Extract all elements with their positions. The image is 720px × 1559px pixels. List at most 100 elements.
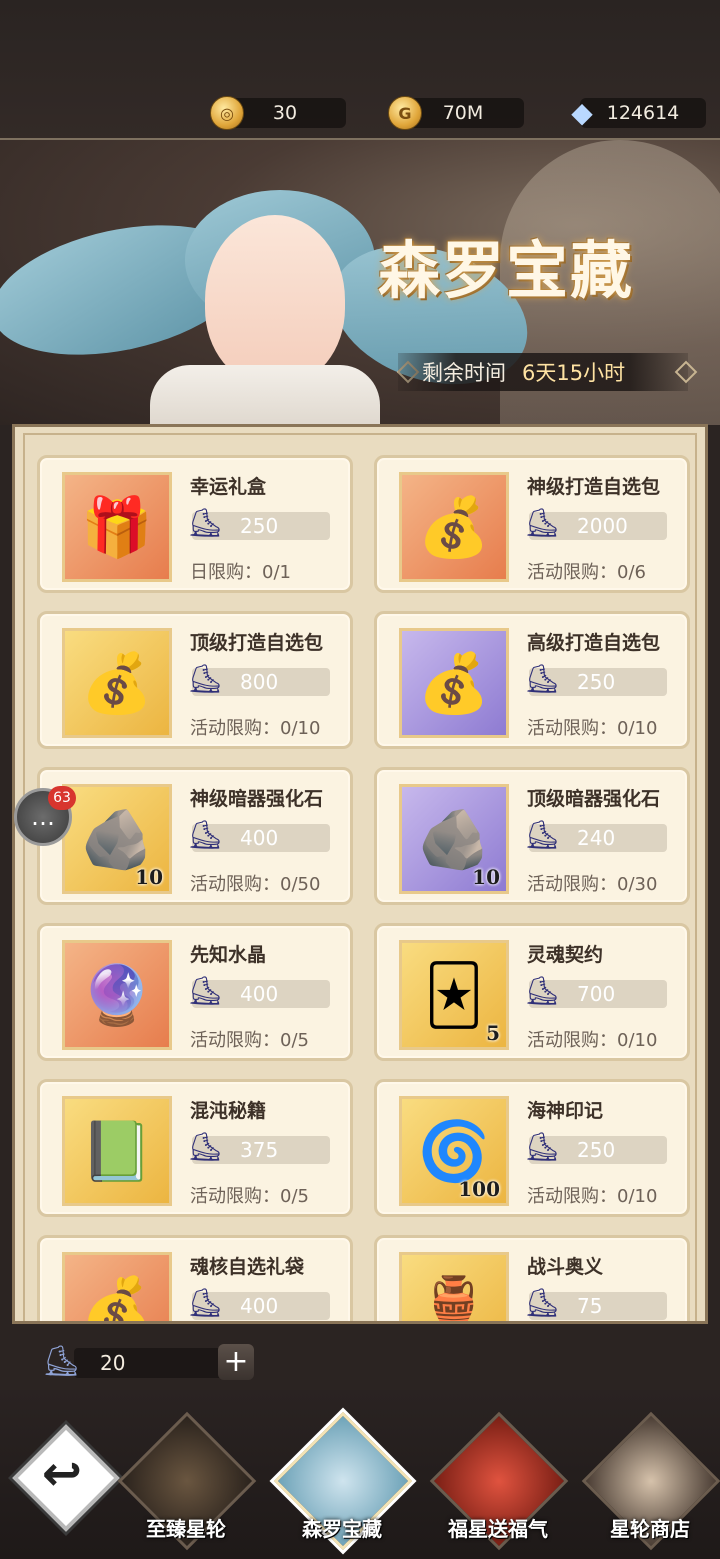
back-button[interactable]: ↩ <box>12 1424 120 1532</box>
item-price-value: 400 <box>240 826 279 850</box>
item-price-value: 375 <box>240 1138 279 1162</box>
shoe-currency-icon: ⛸ <box>524 974 560 1007</box>
item-purchase-limit: 日限购：0/1 <box>190 562 291 583</box>
shoe-currency-icon: ⛸ <box>187 974 223 1007</box>
shoe-currency-icon: ⛸ <box>187 662 223 695</box>
item-purchase-limit: 活动限购：0/10 <box>190 718 321 739</box>
item-price: ⛸ 250 <box>524 1130 667 1164</box>
item-art-icon: 📗 <box>80 1117 154 1185</box>
item-price-value: 75 <box>577 1294 603 1318</box>
item-price-value: 400 <box>240 1294 279 1318</box>
add-ticket-button[interactable]: + <box>218 1344 254 1380</box>
item-name: 高级打造自选包 <box>527 632 661 654</box>
item-price-value: 240 <box>577 826 616 850</box>
shop-panel[interactable]: 🎁 幸运礼盒 ⛸ 250 日限购：0/1 💰 神级打造自选包 ⛸ 2000 活动限购：0/6 💰 顶级… <box>12 424 708 1324</box>
item-quantity: 10 <box>135 865 163 889</box>
shop-item-card[interactable]: 🃏 5 灵魂契约 ⛸ 700 活动限购：0/10 <box>374 923 690 1061</box>
event-banner: 森罗宝藏 剩余时间 6天15小时 <box>0 140 720 425</box>
currency-diamond[interactable]: ◆ 124614 <box>571 96 706 129</box>
item-name: 海神印记 <box>527 1100 604 1122</box>
currency-diamond-value: 124614 <box>606 102 680 124</box>
item-thumbnail: 📗 <box>62 1096 172 1206</box>
item-price: ⛸ 75 <box>524 1286 667 1320</box>
item-quantity: 100 <box>458 1177 500 1201</box>
item-purchase-limit: 活动限购：0/5 <box>190 1186 309 1207</box>
currency-token[interactable]: ◎ 30 <box>210 96 346 130</box>
shop-item-card[interactable]: 🌀 100 海神印记 ⛸ 250 活动限购：0/10 <box>374 1079 690 1217</box>
tab-senluo-baozang[interactable]: 森罗宝藏 <box>272 1411 413 1551</box>
shop-item-card[interactable]: 💰 神级打造自选包 ⛸ 2000 活动限购：0/6 <box>374 455 690 593</box>
item-price-value: 250 <box>577 670 616 694</box>
item-price: ⛸ 2000 <box>524 506 667 540</box>
character-portrait <box>205 215 345 385</box>
item-thumbnail: 💰 <box>399 628 509 738</box>
shoe-currency-icon: ⛸ <box>524 506 560 539</box>
item-price: ⛸ 400 <box>187 1286 330 1320</box>
bottom-nav: ↩ 至臻星轮 森罗宝藏 福星送福气 星轮商店 <box>0 1390 720 1559</box>
back-arrow-icon: ↩ <box>41 1446 83 1502</box>
item-purchase-limit: 活动限购：0/10 <box>527 1030 658 1051</box>
character-dress <box>150 365 380 425</box>
item-purchase-limit: 活动限购：0/10 <box>527 1186 658 1207</box>
tab-fuxing-songfuqi[interactable]: 福星送福气 <box>428 1411 569 1551</box>
shop-item-card[interactable]: 📗 混沌秘籍 ⛸ 375 活动限购：0/5 <box>37 1079 353 1217</box>
shoe-currency-icon: ⛸ <box>187 506 223 539</box>
tab-label: 至臻星轮 <box>146 1517 226 1541</box>
shop-item-card[interactable]: 🎁 幸运礼盒 ⛸ 250 日限购：0/1 <box>37 455 353 593</box>
shop-item-card[interactable]: 💰 魂核自选礼袋 ⛸ 400 <box>37 1235 353 1321</box>
shop-item-card[interactable]: 🏺 战斗奥义 ⛸ 75 <box>374 1235 690 1321</box>
item-price-value: 250 <box>577 1138 616 1162</box>
shoe-currency-icon: ⛸ <box>524 1286 560 1319</box>
currency-gold[interactable]: G 70M <box>388 96 524 130</box>
item-art-icon: 🌀 <box>417 1117 491 1185</box>
shop-item-card[interactable]: 💰 顶级打造自选包 ⛸ 800 活动限购：0/10 <box>37 611 353 749</box>
timer-value: 6天15小时 <box>522 361 626 385</box>
item-name: 战斗奥义 <box>527 1256 604 1278</box>
item-name: 先知水晶 <box>190 944 267 966</box>
item-purchase-limit: 活动限购：0/6 <box>527 562 646 583</box>
shoe-currency-icon: ⛸ <box>524 818 560 851</box>
tab-label: 森罗宝藏 <box>302 1517 382 1541</box>
item-art-icon: 🔮 <box>80 961 154 1029</box>
ticket-count: 20 <box>74 1348 234 1378</box>
item-price: ⛸ 240 <box>524 818 667 852</box>
item-art-icon: 🃏 <box>424 961 484 1029</box>
item-price: ⛸ 375 <box>187 1130 330 1164</box>
item-name: 混沌秘籍 <box>190 1100 267 1122</box>
item-thumbnail: 💰 <box>62 1252 172 1321</box>
shoe-currency-icon: ⛸ <box>187 1286 223 1319</box>
shoe-currency-icon: ⛸ <box>524 662 560 695</box>
tab-xinglun-shangdian[interactable]: 星轮商店 <box>580 1411 720 1551</box>
item-price-value: 400 <box>240 982 279 1006</box>
currency-token-value: 30 <box>272 102 298 124</box>
item-thumbnail: 🌀 100 <box>399 1096 509 1206</box>
item-price: ⛸ 400 <box>187 974 330 1008</box>
shop-item-card[interactable]: 🪨 10 顶级暗器强化石 ⛸ 240 活动限购：0/30 <box>374 767 690 905</box>
gold-coin-icon: G <box>388 96 422 130</box>
item-name: 神级暗器强化石 <box>190 788 324 810</box>
shop-item-card[interactable]: 🔮 先知水晶 ⛸ 400 活动限购：0/5 <box>37 923 353 1061</box>
ticket-shoe-icon: ⛸ <box>42 1344 81 1379</box>
item-art-icon: 🪨 <box>417 805 491 873</box>
shop-item-card[interactable]: 💰 高级打造自选包 ⛸ 250 活动限购：0/10 <box>374 611 690 749</box>
item-art-icon: 🪨 <box>80 805 154 873</box>
shop-item-card[interactable]: 🪨 10 神级暗器强化石 ⛸ 400 活动限购：0/50 <box>37 767 353 905</box>
item-art-icon: 💰 <box>417 649 491 717</box>
item-art-icon: 💰 <box>417 493 491 561</box>
item-thumbnail: 🔮 <box>62 940 172 1050</box>
item-quantity: 5 <box>486 1021 500 1045</box>
item-price-value: 800 <box>240 670 279 694</box>
item-thumbnail: 🪨 10 <box>399 784 509 894</box>
item-price: ⛸ 800 <box>187 662 330 696</box>
currency-gold-value: 70M <box>442 102 484 124</box>
item-name: 魂核自选礼袋 <box>190 1256 305 1278</box>
diamond-icon: ◆ <box>571 95 593 129</box>
item-purchase-limit: 活动限购：0/10 <box>527 718 658 739</box>
item-art-icon: 🎁 <box>80 493 154 561</box>
item-price-value: 250 <box>240 514 279 538</box>
top-bar: ◎ 30 G 70M ◆ 124614 <box>0 0 720 140</box>
shoe-currency-icon: ⛸ <box>187 818 223 851</box>
tab-zhizhen-xinglun[interactable]: 至臻星轮 <box>116 1411 257 1551</box>
item-thumbnail: 🎁 <box>62 472 172 582</box>
item-thumbnail: 🃏 5 <box>399 940 509 1050</box>
